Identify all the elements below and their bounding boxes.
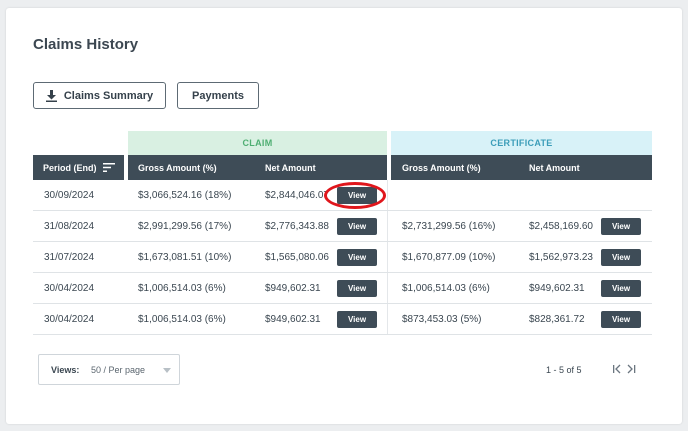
claim-view-button[interactable]: View (337, 218, 377, 235)
claim-net-cell: $1,565,080.06 (265, 251, 329, 263)
claim-gross-column-header: Gross Amount (%) (124, 155, 217, 180)
claim-net-cell: $949,602.31 (265, 313, 321, 325)
claim-gross-cell: $3,066,524.16 (18%) (138, 189, 232, 201)
cert-net-column-header: Net Amount (529, 162, 580, 173)
claim-net-cell: $2,844,046.07 (265, 189, 329, 201)
cert-gross-cell: $2,731,299.56 (16%) (402, 220, 496, 232)
column-divider (387, 304, 390, 334)
claim-view-button[interactable]: View (337, 249, 377, 266)
column-divider (387, 242, 390, 272)
cert-net-cell: $2,458,169.60 (529, 220, 593, 232)
period-column-header[interactable]: Period (End) (43, 155, 115, 180)
claim-gross-cell: $1,006,514.03 (6%) (138, 282, 226, 294)
claim-gross-cell: $1,006,514.03 (6%) (138, 313, 226, 325)
claim-net-cell: $2,776,343.88 (265, 220, 329, 232)
cert-net-cell: $828,361.72 (529, 313, 585, 325)
claim-view-button[interactable]: View (337, 311, 377, 328)
claim-gross-cell: $1,673,081.51 (10%) (138, 251, 232, 263)
download-icon (45, 89, 57, 102)
cert-net-cell: $949,602.31 (529, 282, 585, 294)
certificate-view-button[interactable]: View (601, 280, 641, 297)
period-cell: 30/04/2024 (44, 282, 95, 294)
certificate-view-button[interactable]: View (601, 218, 641, 235)
highlight-annotation (324, 182, 386, 209)
period-cell: 31/07/2024 (44, 251, 95, 263)
table-row: 31/08/2024 $2,991,299.56 (17%) $2,776,34… (33, 211, 652, 242)
views-per-page-select[interactable]: Views: 50 / Per page (38, 354, 180, 385)
claim-group-header: CLAIM (128, 131, 387, 155)
period-cell: 31/08/2024 (44, 220, 95, 232)
claim-view-button[interactable]: View (337, 280, 377, 297)
table-row: 30/04/2024 $1,006,514.03 (6%) $949,602.3… (33, 304, 652, 335)
first-last-page-icon[interactable] (612, 363, 638, 375)
sort-icon[interactable] (102, 163, 115, 172)
views-label: Views: (51, 365, 80, 375)
pagination-range: 1 - 5 of 5 (546, 365, 582, 375)
certificate-view-button[interactable]: View (601, 311, 641, 328)
payments-button[interactable]: Payments (177, 82, 259, 109)
cert-gross-cell: $1,006,514.03 (6%) (402, 282, 490, 294)
table-row: 30/04/2024 $1,006,514.03 (6%) $949,602.3… (33, 273, 652, 304)
column-divider (387, 180, 390, 210)
period-cell: 30/04/2024 (44, 313, 95, 325)
claim-net-cell: $949,602.31 (265, 282, 321, 294)
claim-gross-cell: $2,991,299.56 (17%) (138, 220, 232, 232)
claim-net-column-header: Net Amount (265, 162, 316, 173)
claims-summary-button[interactable]: Claims Summary (33, 82, 166, 109)
certificate-view-button[interactable]: View (601, 249, 641, 266)
cert-gross-cell: $873,453.03 (5%) (402, 313, 482, 325)
certificate-group-header: CERTIFICATE (391, 131, 652, 155)
cert-net-cell: $1,562,973.23 (529, 251, 593, 263)
table-row: 31/07/2024 $1,673,081.51 (10%) $1,565,08… (33, 242, 652, 273)
table-header: Period (End) Gross Amount (%) Net Amount… (33, 155, 652, 180)
period-cell: 30/09/2024 (44, 189, 95, 201)
page-title: Claims History (33, 36, 139, 53)
payments-label: Payments (192, 89, 244, 102)
column-divider (387, 211, 390, 241)
cert-gross-column-header: Gross Amount (%) (387, 155, 481, 180)
per-page-value: 50 / Per page (91, 365, 146, 375)
column-divider (387, 273, 390, 303)
chevron-down-icon (163, 368, 171, 373)
cert-gross-cell: $1,670,877.09 (10%) (402, 251, 496, 263)
claims-summary-label: Claims Summary (63, 89, 154, 102)
